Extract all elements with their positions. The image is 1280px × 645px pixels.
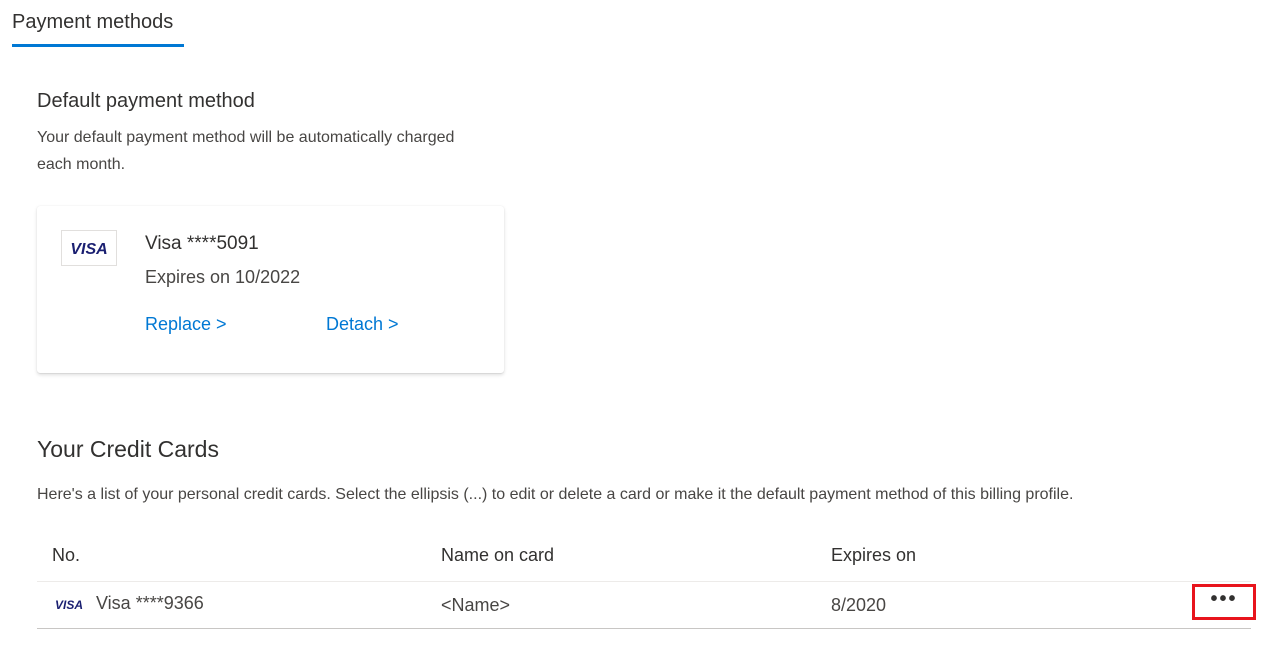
credit-cards-title: Your Credit Cards xyxy=(37,436,219,462)
default-payment-card: VISA Visa ****5091 Expires on 10/2022 Re… xyxy=(37,206,504,373)
replace-link[interactable]: Replace > xyxy=(145,314,227,335)
payment-methods-page: Payment methods Default payment method Y… xyxy=(0,0,1280,645)
svg-text:VISA: VISA xyxy=(55,598,83,611)
detach-link[interactable]: Detach > xyxy=(326,314,399,335)
ellipsis-icon: ••• xyxy=(1210,588,1238,610)
default-card-expiry: Expires on 10/2022 xyxy=(145,267,301,287)
default-payment-title: Default payment method xyxy=(37,90,255,112)
table-header: No. Name on card Expires on xyxy=(37,533,1251,582)
column-header-expires[interactable]: Expires on xyxy=(831,545,916,566)
visa-logo-icon: VISA xyxy=(61,230,117,266)
column-header-no[interactable]: No. xyxy=(52,545,80,566)
card-holder-name-cell: <Name> xyxy=(441,595,511,615)
credit-cards-description: Here's a list of your personal credit ca… xyxy=(37,486,1074,503)
more-options-button[interactable]: ••• xyxy=(1192,584,1256,620)
tab-active-indicator xyxy=(12,44,184,47)
svg-text:VISA: VISA xyxy=(70,241,107,256)
card-number-text: Visa ****9366 xyxy=(96,593,204,613)
default-payment-description: Your default payment method will be auto… xyxy=(37,129,455,173)
credit-cards-table: No. Name on card Expires on VISA Visa **… xyxy=(37,533,1256,629)
visa-logo-icon: VISA xyxy=(52,597,86,611)
default-card-name: Visa ****5091 xyxy=(145,233,259,254)
tab-label: Payment methods xyxy=(12,10,174,33)
column-header-name[interactable]: Name on card xyxy=(441,545,554,566)
card-expiry-cell: 8/2020 xyxy=(831,595,887,615)
card-number-cell: VISA Visa ****9366 xyxy=(52,593,204,614)
table-row[interactable]: VISA Visa ****9366 <Name> 8/2020 ••• xyxy=(37,582,1256,629)
tab-payment-methods[interactable]: Payment methods xyxy=(12,0,184,48)
